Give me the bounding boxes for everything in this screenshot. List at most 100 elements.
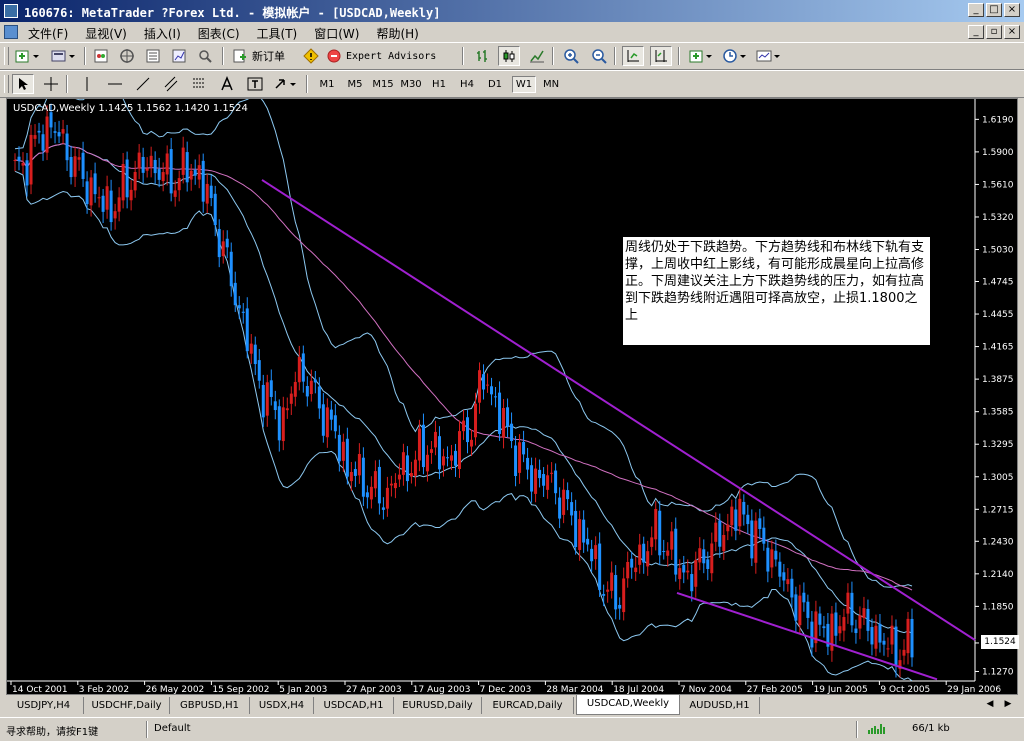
horizontal-line-icon[interactable] xyxy=(104,74,126,94)
candle-body xyxy=(221,241,225,257)
candle-body xyxy=(77,157,81,160)
price-tick-label: 1.4455 xyxy=(982,310,1014,320)
timeframe-h1[interactable]: H1 xyxy=(428,76,450,93)
toolbar-grip[interactable] xyxy=(4,47,9,65)
strategy-tester-icon[interactable] xyxy=(194,46,216,66)
menu-insert[interactable]: 插入(I) xyxy=(144,25,181,42)
toolbar-grip[interactable] xyxy=(4,75,9,93)
zoom-in-icon[interactable] xyxy=(560,46,582,66)
navigator-icon[interactable] xyxy=(116,46,138,66)
periods-clock-icon[interactable] xyxy=(720,46,750,66)
auto-scroll-icon[interactable] xyxy=(622,46,644,66)
timeframe-m1[interactable]: M1 xyxy=(316,76,338,93)
tab-scroll-left-icon[interactable]: ◀ xyxy=(982,696,998,712)
tab-scroll-right-icon[interactable]: ▶ xyxy=(1000,696,1016,712)
candle-body xyxy=(822,626,826,629)
line-chart-icon[interactable] xyxy=(526,46,548,66)
time-tick-label: 7 Nov 2004 xyxy=(680,685,732,694)
timeframe-w1[interactable]: W1 xyxy=(512,76,536,93)
status-profile: Default xyxy=(154,723,191,734)
child-close-button[interactable]: × xyxy=(1004,25,1020,39)
equidistant-channel-icon[interactable] xyxy=(160,74,182,94)
moving-average-line xyxy=(14,142,913,591)
candle-body xyxy=(598,543,602,590)
candle-body xyxy=(173,190,177,197)
tab-usdjpy-h4[interactable]: USDJPY,H4 xyxy=(4,697,84,714)
candle-body xyxy=(73,156,77,177)
trendline-icon[interactable] xyxy=(132,74,154,94)
chart-window-icon[interactable] xyxy=(4,25,18,39)
chart-shift-icon[interactable] xyxy=(650,46,672,66)
timeframe-m15[interactable]: M15 xyxy=(370,76,396,93)
candle-body xyxy=(253,344,257,365)
market-watch-icon[interactable] xyxy=(90,46,112,66)
candle-body xyxy=(806,601,810,618)
menu-view[interactable]: 显视(V) xyxy=(85,25,127,42)
candle-body xyxy=(305,386,309,397)
candle-body xyxy=(870,627,874,645)
alert-icon[interactable] xyxy=(300,46,322,66)
candle-body xyxy=(474,403,478,438)
price-tick-label: 1.2140 xyxy=(982,570,1014,580)
expert-advisors-button[interactable]: Expert Advisors xyxy=(326,46,450,66)
fibonacci-icon[interactable] xyxy=(188,74,210,94)
status-help: 寻求帮助，请按F1键 xyxy=(6,727,99,738)
connection-status-icon[interactable] xyxy=(866,720,890,736)
timeframe-m30[interactable]: M30 xyxy=(398,76,424,93)
price-chart[interactable]: 1.6190 1.5900 1.5610 1.5320 1.5030 1.4745 1.44… xyxy=(7,99,1017,694)
candle-body xyxy=(405,455,409,482)
candle-body xyxy=(357,454,361,476)
app-icon xyxy=(4,4,18,18)
close-button[interactable]: × xyxy=(1004,3,1020,17)
tab-usdcad-weekly[interactable]: USDCAD,Weekly xyxy=(576,695,680,715)
zoom-out-icon[interactable] xyxy=(588,46,610,66)
timeframe-m5[interactable]: M5 xyxy=(344,76,366,93)
candle-body xyxy=(141,156,145,173)
candle-body xyxy=(285,408,289,411)
candle-body xyxy=(109,190,113,223)
bar-chart-icon[interactable] xyxy=(472,46,494,66)
menu-tools[interactable]: 工具(T) xyxy=(257,25,298,42)
tab-usdchf-daily[interactable]: USDCHF,Daily xyxy=(84,697,170,714)
child-restore-button[interactable]: ▫ xyxy=(986,25,1002,39)
menu-file[interactable]: 文件(F) xyxy=(28,25,68,42)
terminal-icon[interactable] xyxy=(142,46,164,66)
candle-body xyxy=(57,132,61,137)
tab-gbpusd-h1[interactable]: GBPUSD,H1 xyxy=(170,697,250,714)
tab-usdx-h4[interactable]: USDX,H4 xyxy=(250,697,314,714)
menu-window[interactable]: 窗口(W) xyxy=(314,25,359,42)
tab-eurusd-daily[interactable]: EURUSD,Daily xyxy=(394,697,482,714)
candle-body xyxy=(329,409,333,420)
candle-body xyxy=(866,608,870,631)
candle-body xyxy=(734,509,738,531)
candlestick-icon[interactable] xyxy=(498,46,520,66)
tab-eurcad-daily[interactable]: EURCAD,Daily xyxy=(482,697,574,714)
new-order-button[interactable]: 新订单 xyxy=(232,46,296,66)
timeframe-mn[interactable]: MN xyxy=(540,76,562,93)
timeframe-h4[interactable]: H4 xyxy=(456,76,478,93)
arrows-icon[interactable] xyxy=(270,74,300,94)
vertical-line-icon[interactable] xyxy=(76,74,98,94)
crosshair-icon[interactable] xyxy=(40,74,62,94)
new-chart-icon[interactable] xyxy=(12,46,42,66)
maximize-button[interactable]: □ xyxy=(986,3,1002,17)
text-icon[interactable] xyxy=(216,74,238,94)
candle-body xyxy=(89,177,93,206)
candle-body xyxy=(682,564,686,573)
chart-window[interactable]: 1.6190 1.5900 1.5610 1.5320 1.5030 1.4745 1.44… xyxy=(6,98,1019,695)
child-minimize-button[interactable]: _ xyxy=(968,25,984,39)
profiles-icon[interactable] xyxy=(48,46,78,66)
candle-body xyxy=(770,549,774,568)
price-tick-label: 1.1850 xyxy=(982,602,1014,612)
cursor-icon[interactable] xyxy=(12,74,34,94)
templates-icon[interactable] xyxy=(754,46,784,66)
menu-charts[interactable]: 图表(C) xyxy=(198,25,240,42)
text-label-icon[interactable] xyxy=(244,74,266,94)
timeframe-d1[interactable]: D1 xyxy=(484,76,506,93)
menu-help[interactable]: 帮助(H) xyxy=(376,25,418,42)
indicators-icon[interactable] xyxy=(686,46,716,66)
minimize-button[interactable]: _ xyxy=(968,3,984,17)
tab-usdcad-h1[interactable]: USDCAD,H1 xyxy=(314,697,394,714)
tab-audusd-h1[interactable]: AUDUSD,H1 xyxy=(680,697,760,714)
history-center-icon[interactable] xyxy=(168,46,190,66)
